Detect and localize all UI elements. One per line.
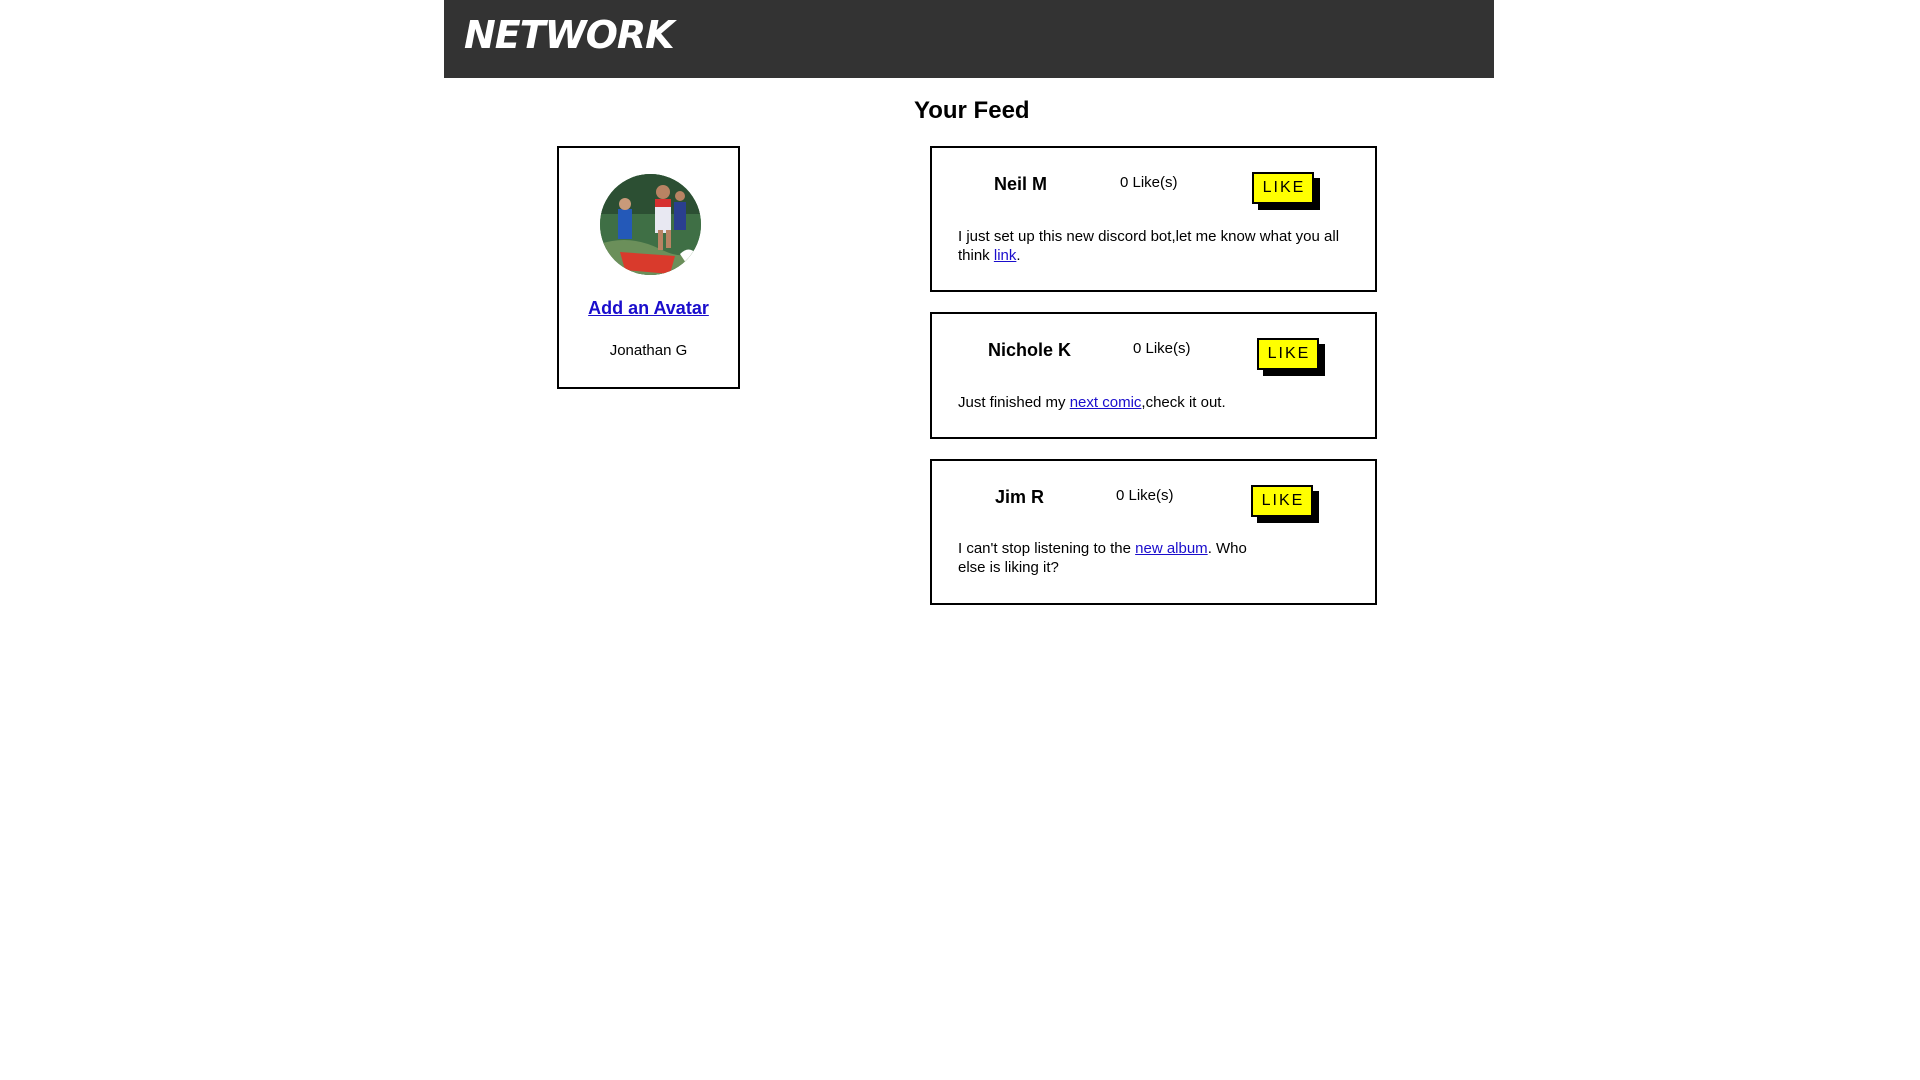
post-text: I can't stop listening to the [958,540,1136,557]
avatar [600,174,701,275]
post-author: Jim R [995,487,1045,507]
post-author: Nichole K [988,340,1072,360]
post-text: Just finished my [958,394,1070,411]
post-body: I can't stop listening to the new album.… [958,539,1248,577]
network-logo[interactable]: NETWORK [464,12,675,58]
profile-name: Jonathan G [609,342,688,359]
post-link[interactable]: link [994,247,1017,264]
post-link[interactable]: next comic [1070,394,1142,411]
post-link[interactable]: new album [1135,540,1208,557]
post-card: Jim R 0 Like(s) LIKE I can't stop listen… [930,459,1377,605]
post-text-end: . [1016,247,1021,264]
post-author: Neil M [994,174,1048,194]
like-button[interactable]: LIKE [1252,172,1314,204]
profile-card: Add an Avatar Jonathan G [557,146,740,389]
post-like-count: 0 Like(s) [1120,174,1178,191]
like-button[interactable]: LIKE [1251,485,1313,517]
like-button[interactable]: LIKE [1257,338,1319,370]
add-avatar-link[interactable]: Add an Avatar [559,298,738,319]
post-like-count: 0 Like(s) [1116,487,1174,504]
post-card: Nichole K 0 Like(s) LIKE Just finished m… [930,312,1377,439]
page-title: Your Feed [914,97,1030,124]
post-text-end: ,check it out. [1141,394,1226,411]
post-body: Just finished my next comic,check it out… [958,393,1358,412]
post-like-count: 0 Like(s) [1133,340,1191,357]
post-body: I just set up this new discord bot,let m… [958,227,1358,265]
post-card: Neil M 0 Like(s) LIKE I just set up this… [930,146,1377,292]
top-header: NETWORK [444,0,1494,78]
